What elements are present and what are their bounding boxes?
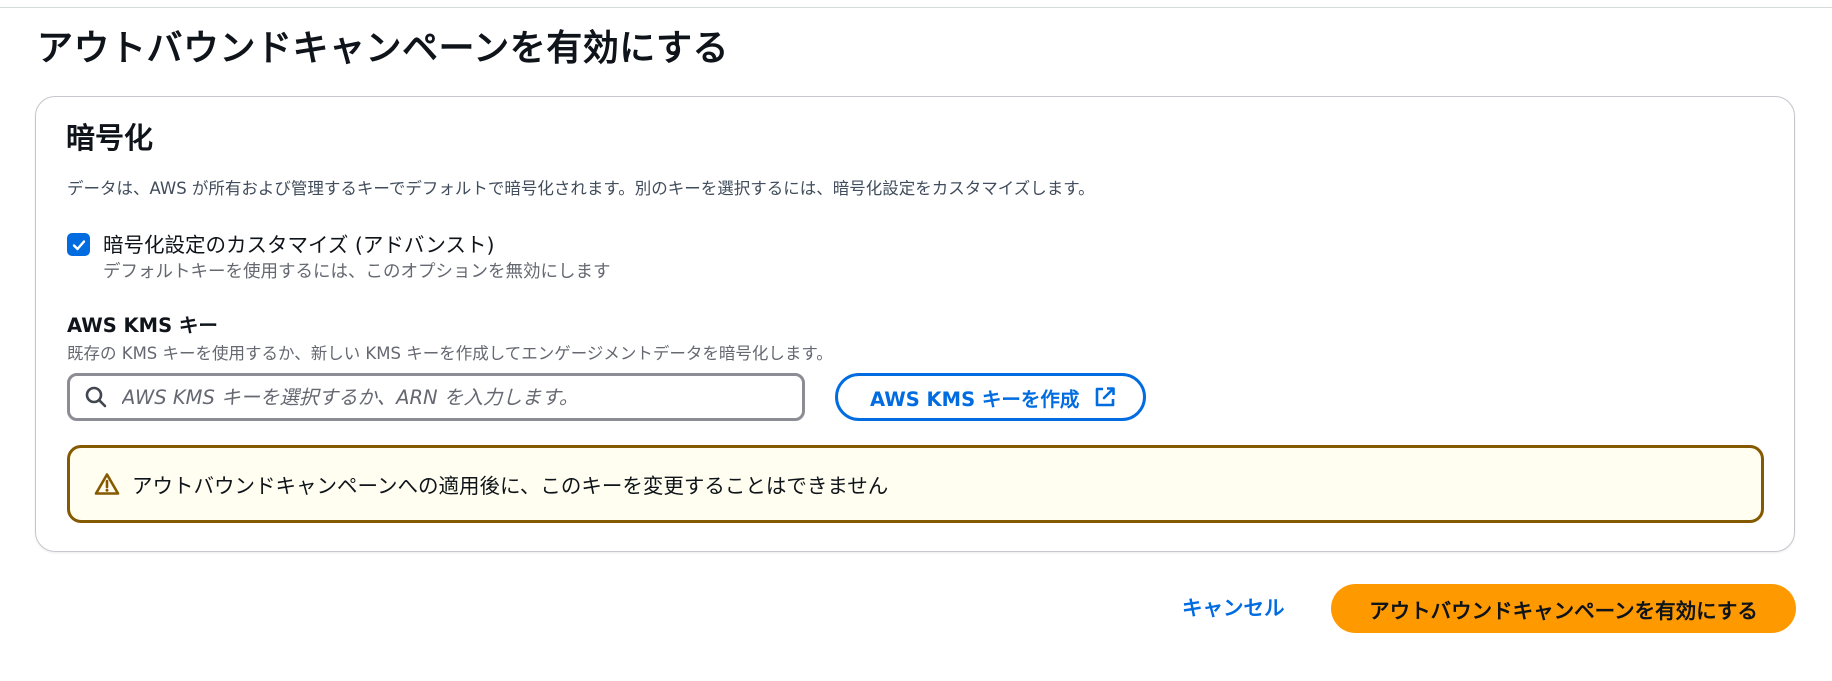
kms-key-description: 既存の KMS キーを使用するか、新しい KMS キーを作成してエンゲージメント… bbox=[67, 344, 833, 363]
enable-campaigns-label: アウトバウンドキャンペーンを有効にする bbox=[1369, 598, 1758, 623]
create-kms-key-label: AWS KMS キーを作成 bbox=[870, 387, 1080, 411]
warning-icon bbox=[94, 472, 120, 496]
kms-key-search-input[interactable] bbox=[120, 384, 784, 410]
warning-text: アウトバウンドキャンペーンへの適用後に、このキーを変更することはできません bbox=[132, 474, 889, 498]
external-link-icon bbox=[1093, 385, 1117, 409]
search-icon bbox=[84, 385, 108, 409]
customize-encryption-option[interactable]: 暗号化設定のカスタマイズ (アドバンスト) デフォルトキーを使用するには、このオ… bbox=[67, 231, 611, 285]
page-title: アウトバウンドキャンペーンを有効にする bbox=[37, 28, 730, 69]
customize-encryption-label[interactable]: 暗号化設定のカスタマイズ (アドバンスト) bbox=[103, 231, 611, 259]
cancel-button[interactable]: キャンセル bbox=[1182, 588, 1285, 628]
panel-title: 暗号化 bbox=[66, 121, 154, 155]
top-divider bbox=[0, 7, 1832, 8]
create-kms-key-button[interactable]: AWS KMS キーを作成 bbox=[835, 373, 1147, 421]
kms-key-label: AWS KMS キー bbox=[67, 314, 218, 337]
kms-key-search-field[interactable] bbox=[67, 373, 805, 421]
encryption-panel: 暗号化 データは、AWS が所有および管理するキーでデフォルトで暗号化されます。… bbox=[35, 96, 1795, 552]
checkmark-icon bbox=[72, 239, 85, 250]
panel-description: データは、AWS が所有および管理するキーでデフォルトで暗号化されます。別のキー… bbox=[67, 179, 1095, 198]
customize-encryption-checkbox[interactable] bbox=[67, 233, 90, 256]
enable-campaigns-button[interactable]: アウトバウンドキャンペーンを有効にする bbox=[1331, 584, 1796, 633]
customize-encryption-description: デフォルトキーを使用するには、このオプションを無効にします bbox=[103, 262, 611, 282]
warning-alert: アウトバウンドキャンペーンへの適用後に、このキーを変更することはできません bbox=[67, 445, 1764, 523]
